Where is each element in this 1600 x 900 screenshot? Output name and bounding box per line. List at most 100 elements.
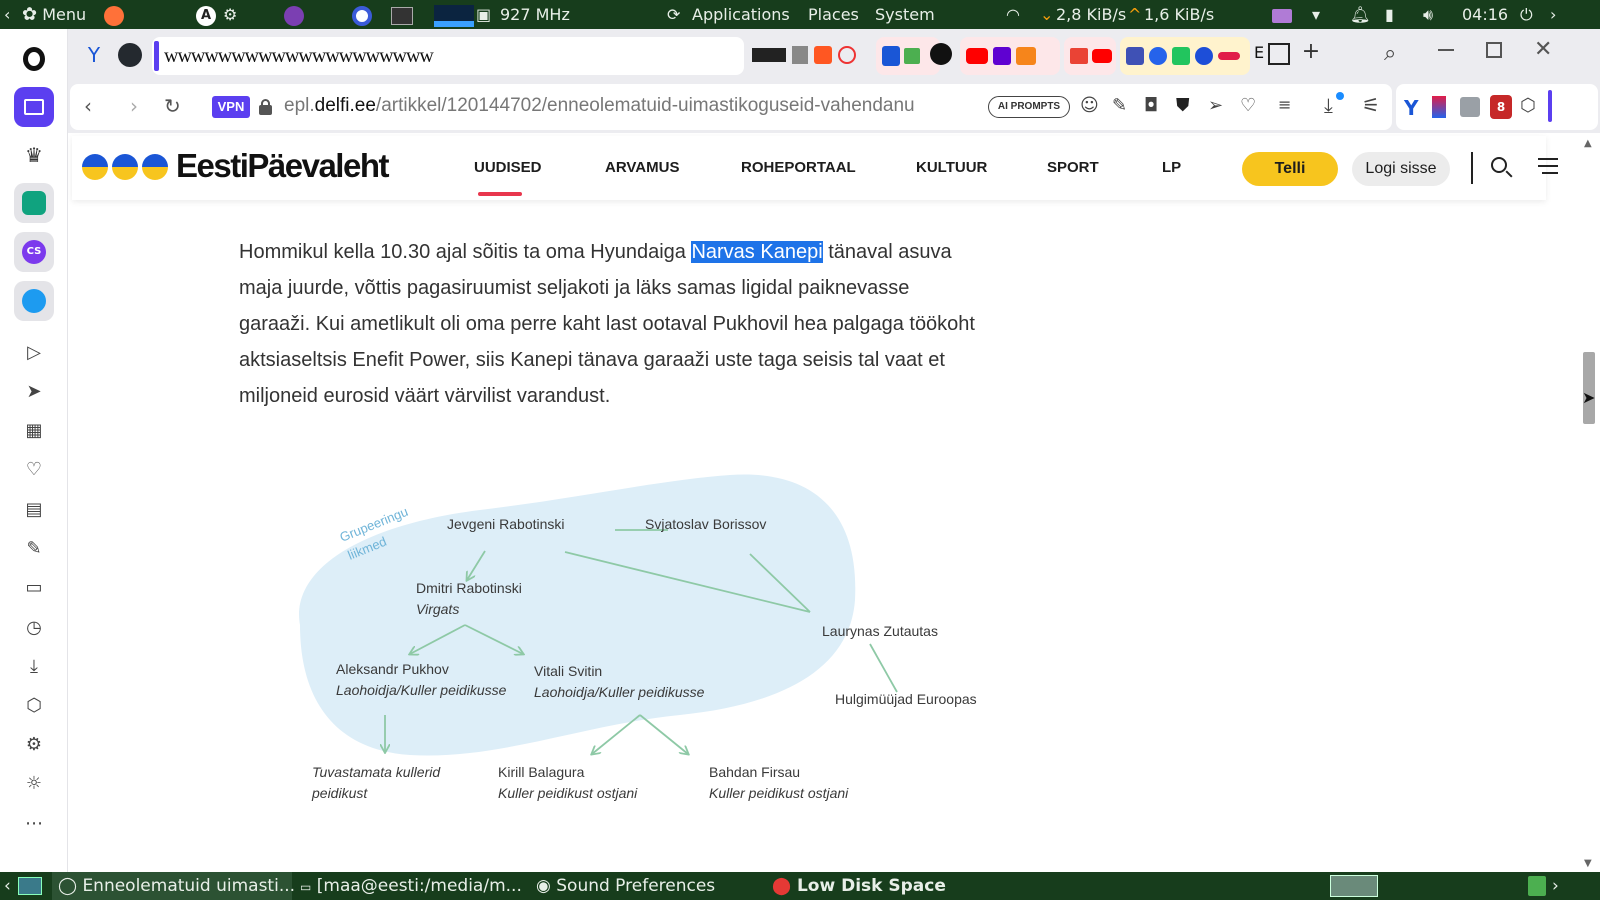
news-icon[interactable]: ▤	[22, 497, 46, 521]
send-icon[interactable]: ➤	[22, 379, 46, 403]
tab-group-yellow[interactable]	[1120, 37, 1250, 75]
terminal-icon[interactable]	[391, 0, 413, 29]
back-icon[interactable]: ‹	[84, 94, 92, 118]
ukraine-dots-logo-icon[interactable]	[82, 154, 170, 182]
extensions-cube-toolbar-icon[interactable]: ⬡	[1520, 95, 1536, 116]
places-menu[interactable]: Places	[808, 0, 859, 29]
reader-book-icon[interactable]	[14, 87, 54, 127]
nav-kultuur[interactable]: KULTUUR	[916, 136, 987, 200]
firefox-icon[interactable]	[104, 0, 124, 29]
panel-right-arrow-icon[interactable]: ›	[1550, 0, 1556, 29]
panel-left-arrow-icon[interactable]: ‹	[4, 0, 10, 29]
extension-arrows-icon[interactable]	[1432, 96, 1446, 118]
clock[interactable]: 04:16	[1462, 0, 1508, 29]
tab-group-red-3[interactable]	[1064, 37, 1116, 75]
extension-y-icon[interactable]: Y	[1404, 96, 1418, 120]
menu-button[interactable]: ✿ Menu	[22, 0, 86, 29]
history-clock-icon[interactable]: ◷	[22, 615, 46, 639]
workspace-switcher[interactable]	[1330, 875, 1378, 897]
settings-gear-icon[interactable]: ⚙	[22, 732, 46, 756]
reload-icon[interactable]: ↻	[164, 94, 181, 118]
network-down-speed: 2,8 KiB/s	[1056, 5, 1127, 24]
nav-arvamus[interactable]: ARVAMUS	[605, 136, 679, 200]
show-desktop-icon[interactable]	[18, 877, 42, 895]
selected-text[interactable]: Narvas Kanepi	[691, 241, 823, 263]
search-icon[interactable]	[1490, 156, 1514, 180]
bookmark-heart-icon[interactable]: ♡	[1240, 95, 1256, 116]
github-icon[interactable]	[118, 43, 142, 67]
taskbar-left-arrow-icon[interactable]: ‹	[4, 872, 11, 900]
applications-menu[interactable]: Applications	[692, 0, 790, 29]
player-icon[interactable]: ▷	[22, 340, 46, 364]
snapshot-camera-icon[interactable]: ◘	[1144, 95, 1158, 116]
restore-window-icon[interactable]	[1486, 42, 1502, 58]
pinned-tab-y-icon[interactable]: Y	[82, 43, 106, 67]
adblock-shield-icon[interactable]: ⛊	[1176, 95, 1190, 116]
more-dots-icon[interactable]: ⋯	[22, 811, 46, 835]
battery-icon[interactable]: ▮	[1385, 0, 1394, 29]
easy-setup-icon[interactable]: ⚟	[1362, 93, 1380, 117]
taskbar-right-arrow-icon[interactable]: ›	[1552, 872, 1559, 900]
extension-badge-icon[interactable]: 8	[1490, 95, 1512, 119]
nav-uudised[interactable]: UUDISED	[474, 136, 542, 200]
hamburger-menu-icon[interactable]	[1538, 158, 1558, 176]
wifi-icon[interactable]: ▾	[1312, 0, 1320, 29]
subscribe-button[interactable]: Telli	[1242, 152, 1338, 186]
podcast-icon[interactable]	[284, 0, 304, 29]
tabs-icon[interactable]: ▭	[22, 575, 46, 599]
new-tab-plus-icon[interactable]: +	[1298, 39, 1324, 69]
extensions-cube-icon[interactable]: ⬡	[22, 693, 46, 717]
forward-icon[interactable]: ›	[130, 94, 138, 118]
taskbar-item-browser[interactable]: ◯ Enneolematuid uimasti...	[52, 872, 295, 900]
chatgpt-icon[interactable]	[14, 183, 54, 223]
bank-tab-icon[interactable]	[1268, 43, 1290, 65]
ai-prompts-button[interactable]: AI PROMPTS	[988, 96, 1070, 118]
taskbar-item-low-disk[interactable]: ⬤ Low Disk Space	[772, 872, 946, 900]
minimize-window-icon[interactable]	[1438, 49, 1454, 51]
volume-icon[interactable]: 🔊︎	[1423, 0, 1433, 29]
nav-sport[interactable]: SPORT	[1047, 136, 1099, 200]
scroll-down-arrow-icon[interactable]: ▼	[1584, 858, 1592, 869]
url-field[interactable]: epl.delfi.ee/artikkel/120144702/enneolem…	[284, 95, 1028, 121]
unv-icon[interactable]	[930, 43, 952, 65]
downloads-icon[interactable]: ⤓	[22, 654, 46, 678]
vpn-badge[interactable]: VPN	[212, 96, 250, 118]
taskbar-item-terminal[interactable]: ▭ [maa@eesti:/media/m...	[300, 872, 522, 900]
nav-lp[interactable]: LP	[1162, 136, 1181, 200]
extension-puzzle-icon[interactable]	[1460, 97, 1480, 117]
tab-group-red-2[interactable]	[960, 37, 1060, 75]
system-menu[interactable]: System	[875, 0, 935, 29]
emoji-icon[interactable]: ☺	[1080, 95, 1099, 116]
sound-wave-icon[interactable]	[1272, 0, 1292, 29]
site-logo[interactable]: EestiPäevaleht	[176, 146, 389, 186]
trash-icon[interactable]	[1528, 876, 1546, 896]
notification-bell-icon[interactable]: 🔔︎	[1350, 0, 1370, 29]
twitter-icon[interactable]	[14, 281, 54, 321]
battery-saver-icon[interactable]: ≡	[1278, 95, 1291, 114]
opera-logo-icon[interactable]	[14, 39, 54, 79]
taskbar-item-sound[interactable]: ◉ Sound Preferences	[536, 872, 715, 900]
active-tab[interactable]: wwwwwwwwwwwwwwwwwwww	[152, 37, 744, 75]
page-scrollbar[interactable]: ▲ ▼	[1578, 136, 1600, 872]
crown-sparkle-icon[interactable]: ♛	[22, 143, 46, 167]
downloads-toolbar-icon[interactable]: ⤓	[1324, 93, 1333, 117]
power-icon[interactable]: ⏻	[1520, 0, 1533, 29]
pinboard-icon[interactable]: ✎	[22, 536, 46, 560]
edit-icon[interactable]: ✎	[1112, 95, 1127, 116]
close-window-icon[interactable]: ✕	[1534, 37, 1552, 62]
login-button[interactable]: Logi sisse	[1352, 152, 1450, 186]
nav-roheportaal[interactable]: ROHEPORTAAL	[741, 136, 856, 200]
partial-tab-label[interactable]: E	[1254, 43, 1264, 62]
opera-launcher-icon[interactable]	[352, 0, 372, 29]
tips-lightbulb-icon[interactable]: ☼	[22, 771, 46, 795]
speed-dial-grid-icon[interactable]: ▦	[22, 418, 46, 442]
scroll-up-arrow-icon[interactable]: ▲	[1584, 138, 1592, 149]
settings-gears-icon[interactable]: ⚙	[223, 0, 237, 29]
app-a-icon[interactable]: A	[196, 0, 216, 29]
tab-favicons-group-1[interactable]	[752, 41, 872, 69]
tab-search-icon[interactable]: ⌕	[1384, 41, 1396, 66]
cs-app-icon[interactable]: CS	[14, 232, 54, 272]
lock-icon[interactable]	[259, 99, 272, 115]
heart-icon[interactable]: ♡	[22, 457, 46, 481]
share-send-icon[interactable]: ➢	[1208, 95, 1223, 116]
